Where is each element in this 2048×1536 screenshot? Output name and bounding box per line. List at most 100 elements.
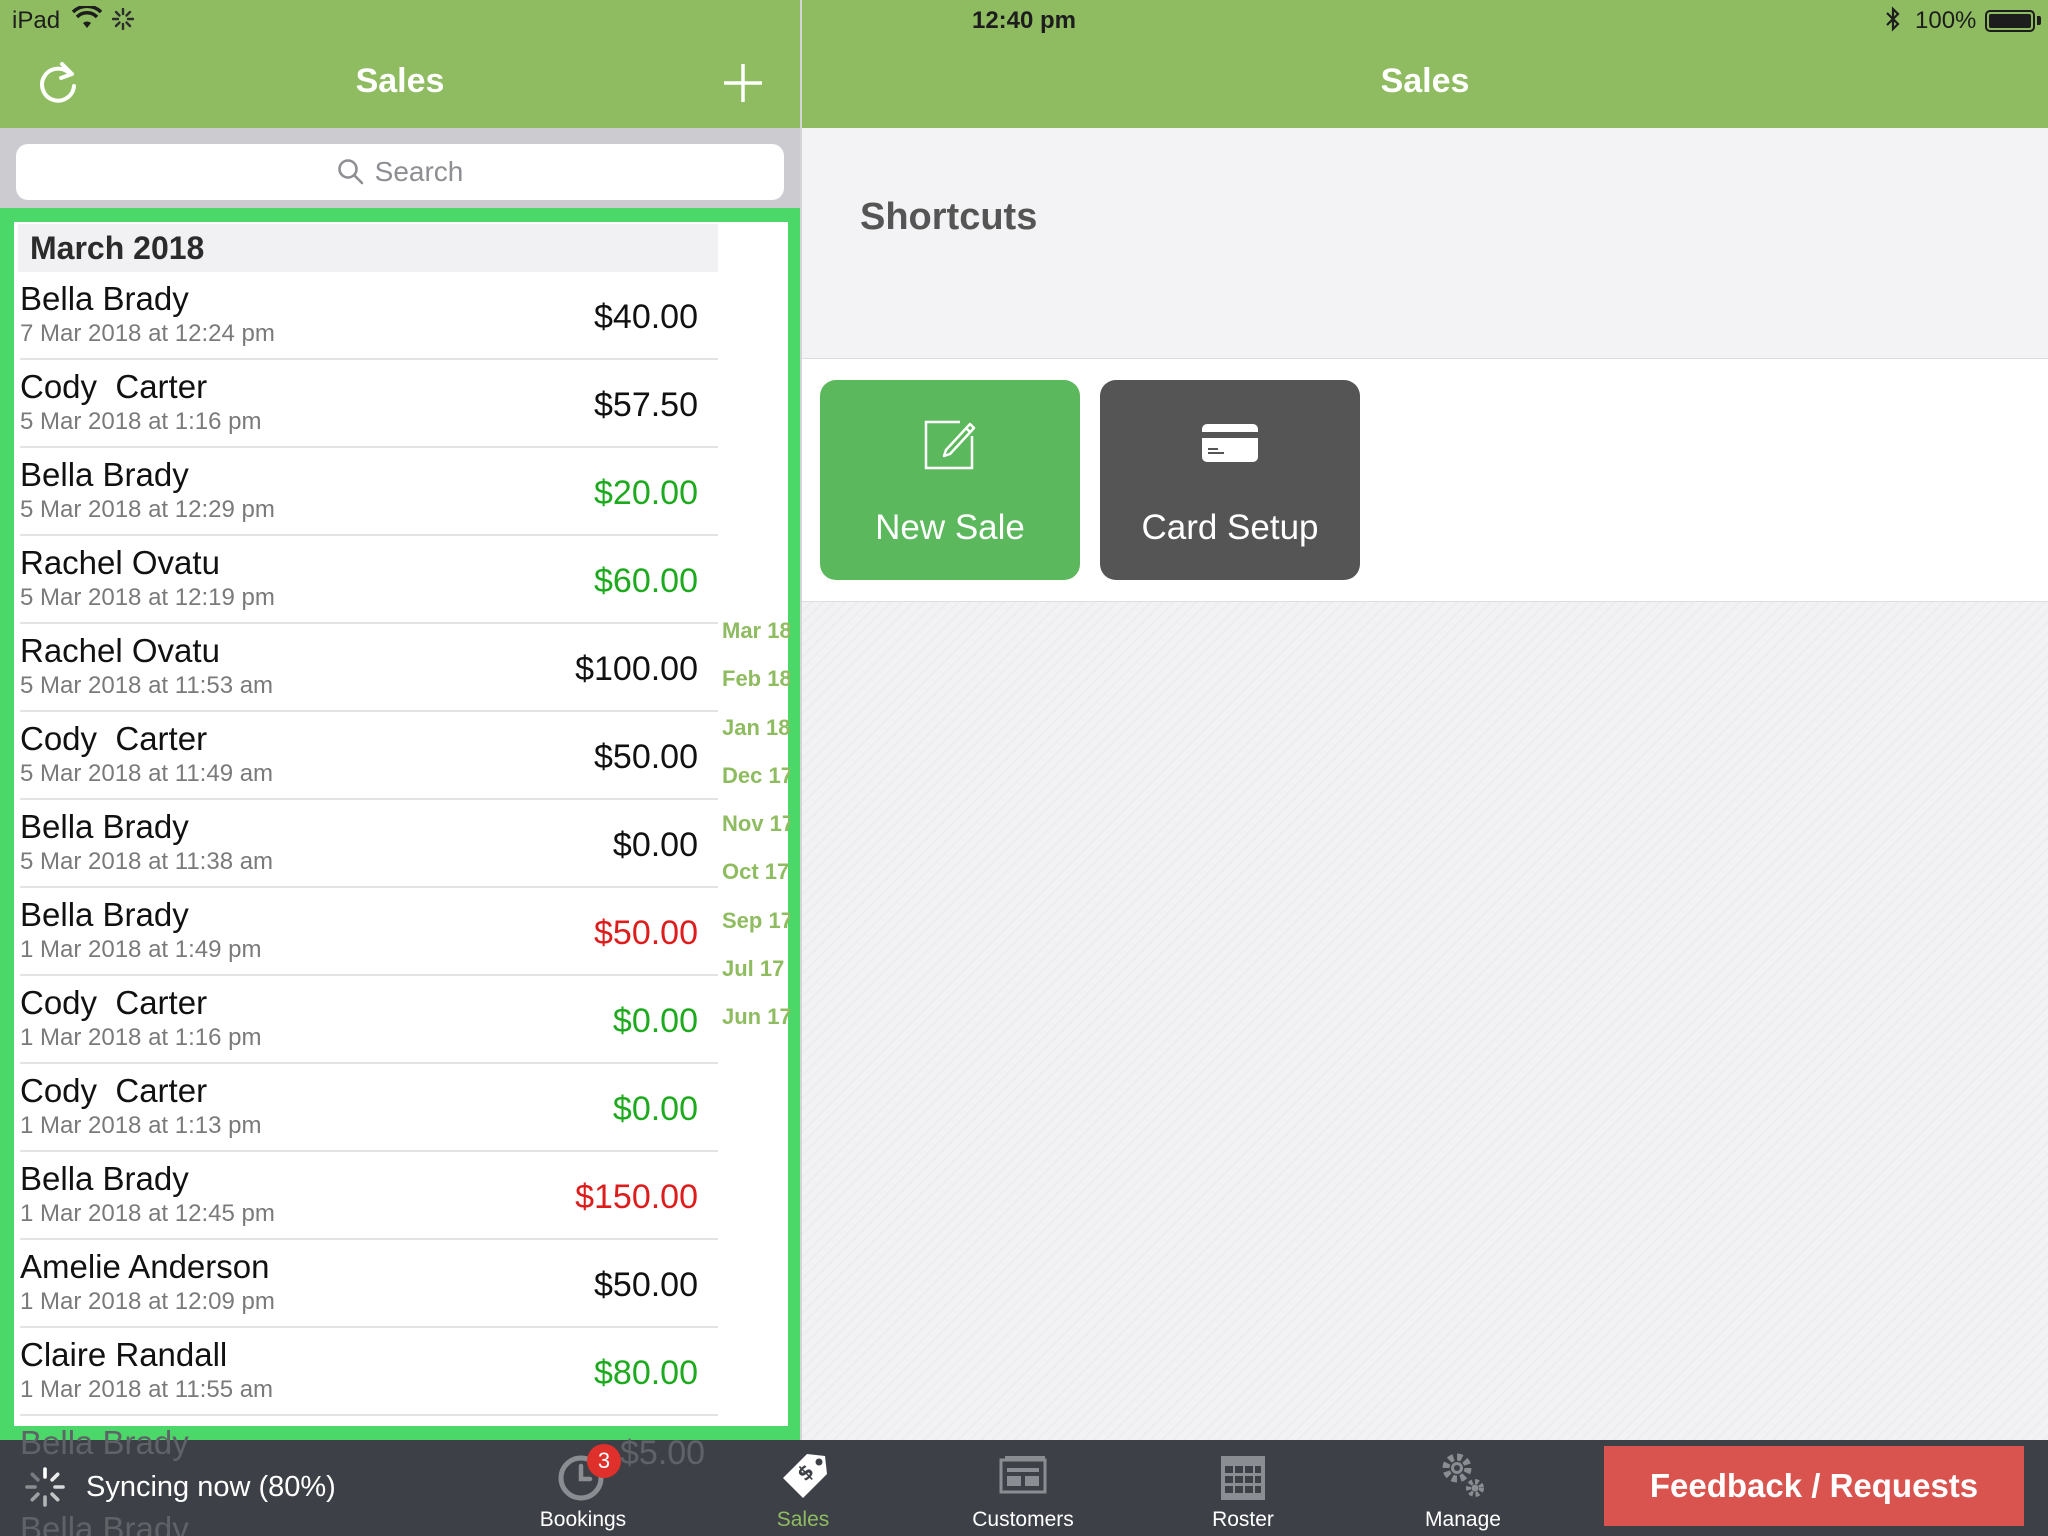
battery-tip (2037, 16, 2041, 25)
index-item[interactable]: Sep 17 (722, 908, 790, 956)
sale-row[interactable]: Bella Brady 7 Mar 2018 at 12:24 pm $40.0… (20, 272, 718, 360)
sale-row[interactable]: Cody Carter 1 Mar 2018 at 1:13 pm $0.00 (20, 1064, 718, 1152)
peek-row-name: Bella Brady (20, 1424, 189, 1461)
section-index: Mar 18 Feb 18 Jan 18 Dec 17 Nov 17 Oct 1… (722, 618, 790, 1053)
peek-row-name: Bella Brady (20, 1510, 189, 1536)
section-header: March 2018 (18, 224, 718, 272)
sale-row[interactable]: Bella Brady 1 Mar 2018 at 1:49 pm $50.00 (20, 888, 718, 976)
index-item[interactable]: Feb 18 (722, 666, 790, 714)
sale-date: 1 Mar 2018 at 12:45 pm (20, 1200, 275, 1227)
tab-customers[interactable]: Customers (923, 1444, 1123, 1536)
tab-label: Customers (972, 1508, 1074, 1531)
index-item[interactable]: Oct 17 (722, 859, 790, 907)
bookings-badge: 3 (587, 1444, 621, 1478)
sale-row[interactable]: Rachel Ovatu 5 Mar 2018 at 12:19 pm $60.… (20, 536, 718, 624)
edit-icon (924, 420, 976, 470)
customer-name: Cody Carter (20, 368, 208, 405)
index-item[interactable]: Jan 18 (722, 715, 790, 763)
search-input[interactable]: Search (16, 144, 784, 200)
customer-name: Bella Brady (20, 896, 189, 933)
customers-icon (999, 1456, 1047, 1494)
sale-amount: $80.00 (594, 1354, 698, 1392)
sale-amount: $100.00 (575, 650, 698, 688)
sale-date: 1 Mar 2018 at 1:16 pm (20, 1024, 262, 1051)
sale-row[interactable]: Bella Brady 1 Mar 2018 at 12:45 pm $150.… (20, 1152, 718, 1240)
customer-name: Cody Carter (20, 984, 208, 1021)
sale-date: 5 Mar 2018 at 12:29 pm (20, 496, 275, 523)
search-bar: Search (0, 128, 800, 208)
sale-row[interactable]: Rachel Ovatu 5 Mar 2018 at 11:53 am $100… (20, 624, 718, 712)
customer-name: Bella Brady (20, 280, 189, 317)
battery-percent: 100% (1915, 7, 1977, 34)
sale-amount: $20.00 (594, 474, 698, 512)
sale-row[interactable]: Cody Carter 1 Mar 2018 at 1:16 pm $0.00 (20, 976, 718, 1064)
sale-amount: $0.00 (612, 1002, 698, 1040)
new-sale-button[interactable]: New Sale (820, 380, 1080, 580)
status-bar: iPad 12:40 pm 100% (0, 0, 2048, 40)
customer-name: Rachel Ovatu (20, 632, 220, 669)
tab-bookings[interactable]: 3 Bookings (483, 1444, 683, 1536)
sale-amount: $60.00 (594, 562, 698, 600)
customer-name: Claire Randall (20, 1336, 228, 1373)
tab-manage[interactable]: Manage (1363, 1444, 1563, 1536)
sale-amount: $0.00 (612, 1090, 698, 1128)
sale-date: 5 Mar 2018 at 1:16 pm (20, 408, 262, 435)
customer-name: Bella Brady (20, 456, 189, 493)
calendar-icon (1221, 1456, 1265, 1500)
add-sale-button[interactable] (720, 60, 766, 106)
index-item[interactable]: Dec 17 (722, 763, 790, 811)
sale-date: 1 Mar 2018 at 11:55 am (20, 1376, 274, 1403)
sync-text: Syncing now (80%) (86, 1470, 336, 1503)
sync-spinner-icon (25, 1467, 65, 1507)
sale-date: 5 Mar 2018 at 12:19 pm (20, 584, 275, 611)
sale-amount: $57.50 (594, 386, 698, 424)
sale-row[interactable]: Bella Brady 5 Mar 2018 at 12:29 pm $20.0… (20, 448, 718, 536)
sale-row[interactable]: Cody Carter 5 Mar 2018 at 1:16 pm $57.50 (20, 360, 718, 448)
feedback-requests-button[interactable]: Feedback / Requests (1604, 1446, 2024, 1526)
customer-name: Bella Brady (20, 1160, 189, 1197)
shortcuts-header-area (802, 128, 2048, 358)
clock: 12:40 pm (971, 7, 1077, 34)
sale-row[interactable]: Claire Randall 1 Mar 2018 at 11:55 am $8… (20, 1328, 718, 1416)
sales-tag-icon: $ (783, 1454, 827, 1498)
sale-amount: $0.00 (612, 826, 698, 864)
card-setup-label: Card Setup (1141, 508, 1319, 547)
sale-date: 5 Mar 2018 at 11:38 am (20, 848, 274, 875)
sale-amount: $50.00 (594, 738, 698, 776)
tab-label: Sales (776, 1508, 830, 1531)
customer-name: Bella Brady (20, 808, 189, 845)
detail-title: Sales (1380, 62, 1470, 100)
sale-date: 1 Mar 2018 at 12:09 pm (20, 1288, 275, 1315)
customer-name: Rachel Ovatu (20, 544, 220, 581)
bluetooth-icon (1884, 6, 1902, 39)
sale-date: 7 Mar 2018 at 12:24 pm (20, 320, 275, 347)
sale-date: 5 Mar 2018 at 11:49 am (20, 760, 274, 787)
sales-list: Bella Brady 7 Mar 2018 at 12:24 pm $40.0… (20, 272, 718, 1416)
tab-label: Bookings (539, 1508, 627, 1531)
customer-name: Amelie Anderson (20, 1248, 270, 1285)
sale-row[interactable]: Amelie Anderson 1 Mar 2018 at 12:09 pm $… (20, 1240, 718, 1328)
detail-background (802, 602, 2048, 1440)
tab-sales[interactable]: $ Sales (703, 1444, 903, 1536)
sale-row[interactable]: Cody Carter 5 Mar 2018 at 11:49 am $50.0… (20, 712, 718, 800)
index-item[interactable]: Mar 18 (722, 618, 790, 666)
plus-icon (724, 64, 762, 102)
tab-roster[interactable]: Roster (1143, 1444, 1343, 1536)
sale-date: 5 Mar 2018 at 11:53 am (20, 672, 274, 699)
index-item[interactable]: Nov 17 (722, 811, 790, 859)
new-sale-label: New Sale (875, 508, 1025, 547)
index-item[interactable]: Jun 17 (722, 1004, 790, 1052)
sync-status: Syncing now (80%) (24, 1466, 336, 1508)
card-setup-button[interactable]: Card Setup (1100, 380, 1360, 580)
battery-icon (1985, 10, 2035, 32)
sales-list-title: Sales (355, 62, 445, 100)
index-item[interactable]: Jul 17 (722, 956, 790, 1004)
gears-icon (1442, 1453, 1484, 1497)
customer-name: Cody Carter (20, 1072, 208, 1109)
shortcuts-title: Shortcuts (860, 196, 1038, 238)
credit-card-icon (1202, 424, 1258, 462)
sale-date: 1 Mar 2018 at 1:13 pm (20, 1112, 262, 1139)
search-icon (337, 159, 363, 185)
search-placeholder: Search (374, 156, 464, 187)
sale-row[interactable]: Bella Brady 5 Mar 2018 at 11:38 am $0.00 (20, 800, 718, 888)
